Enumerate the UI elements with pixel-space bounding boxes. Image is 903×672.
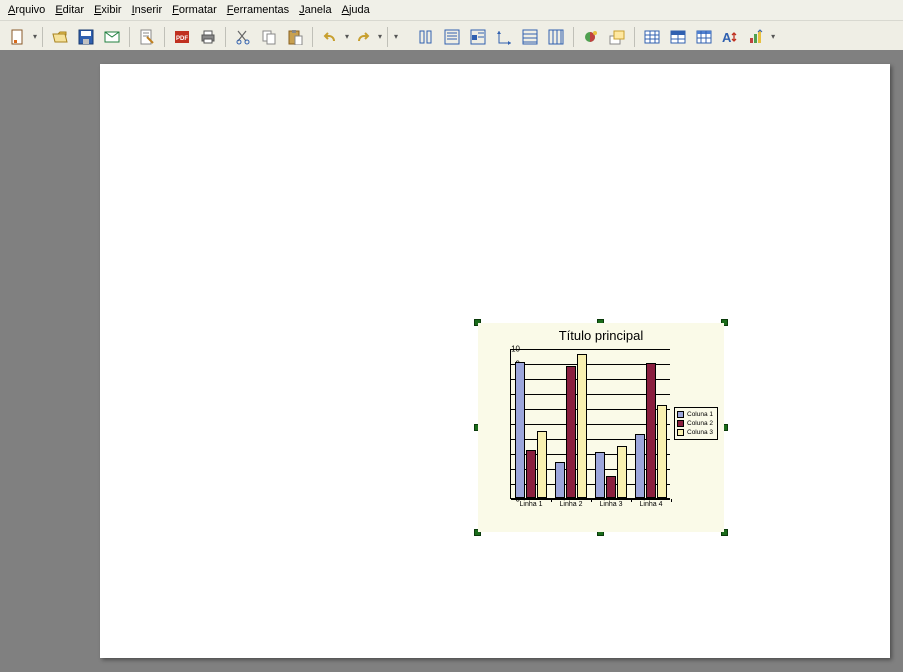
email-button[interactable] xyxy=(100,25,124,49)
x-category-label: Linha 4 xyxy=(631,501,671,508)
x-category-label: Linha 3 xyxy=(591,501,631,508)
bar xyxy=(617,446,627,499)
workspace: Título principal 012345678910Linha 1Linh… xyxy=(0,50,903,672)
chart-legend: Coluna 1 Coluna 2 Coluna 3 xyxy=(674,407,718,440)
arrange-button[interactable] xyxy=(605,25,629,49)
legend-label: Coluna 3 xyxy=(687,429,713,436)
menu-ferramentas[interactable]: Ferramentas xyxy=(227,4,289,16)
bar-group xyxy=(515,362,547,499)
separator xyxy=(129,27,130,47)
redo-button[interactable] xyxy=(351,25,375,49)
bar xyxy=(657,405,667,498)
paste-button[interactable] xyxy=(283,25,307,49)
new-doc-dropdown-icon[interactable]: ▾ xyxy=(32,32,37,41)
bar xyxy=(635,434,645,499)
chart-body: 012345678910Linha 1Linha 2Linha 3Linha 4 xyxy=(498,349,673,509)
svg-text:A: A xyxy=(722,30,732,45)
header-row-button[interactable] xyxy=(666,25,690,49)
separator xyxy=(634,27,635,47)
svg-text:PDF: PDF xyxy=(176,36,188,42)
menu-formatar[interactable]: Formatar xyxy=(172,4,217,16)
bar xyxy=(646,363,656,498)
separator xyxy=(225,27,226,47)
slide-page[interactable]: Título principal 012345678910Linha 1Linh… xyxy=(100,64,890,658)
separator xyxy=(573,27,574,47)
toolbar: ▾ PDF ▾ ▾ ▾ A ▾ xyxy=(0,21,903,53)
axes-button[interactable] xyxy=(492,25,516,49)
layout-text-button[interactable] xyxy=(440,25,464,49)
legend-swatch-icon xyxy=(677,429,684,436)
chart-selection[interactable]: Título principal 012345678910Linha 1Linh… xyxy=(478,323,724,532)
copy-button[interactable] xyxy=(257,25,281,49)
open-button[interactable] xyxy=(48,25,72,49)
bar xyxy=(537,431,547,499)
menu-arquivo[interactable]: Arquivo xyxy=(8,4,45,16)
separator xyxy=(164,27,165,47)
legend-item: Coluna 1 xyxy=(677,410,715,419)
horiz-lines-button[interactable] xyxy=(518,25,542,49)
bar xyxy=(526,450,536,498)
bar xyxy=(515,362,525,499)
legend-label: Coluna 1 xyxy=(687,411,713,418)
legend-item: Coluna 2 xyxy=(677,419,715,428)
menu-inserir[interactable]: Inserir xyxy=(132,4,163,16)
menu-exibir[interactable]: Exibir xyxy=(94,4,122,16)
legend-swatch-icon xyxy=(677,420,684,427)
table-button[interactable] xyxy=(640,25,664,49)
3d-chart-button[interactable] xyxy=(579,25,603,49)
separator xyxy=(387,27,388,47)
vert-lines-button[interactable] xyxy=(544,25,568,49)
x-category-label: Linha 2 xyxy=(551,501,591,508)
bar xyxy=(595,452,605,499)
bar xyxy=(577,354,587,498)
separator xyxy=(312,27,313,47)
layout-columns-button[interactable] xyxy=(414,25,438,49)
legend-swatch-icon xyxy=(677,411,684,418)
toolbar2-overflow-icon[interactable]: ▾ xyxy=(770,32,775,41)
toolbar-overflow-icon[interactable]: ▾ xyxy=(393,32,398,41)
chart-title: Título principal xyxy=(478,323,724,345)
redo-dropdown-icon[interactable]: ▾ xyxy=(377,32,382,41)
cut-button[interactable] xyxy=(231,25,255,49)
gridline xyxy=(511,349,670,350)
sort-chart-button[interactable] xyxy=(744,25,768,49)
chart-object[interactable]: Título principal 012345678910Linha 1Linh… xyxy=(478,323,724,532)
undo-dropdown-icon[interactable]: ▾ xyxy=(344,32,349,41)
save-button[interactable] xyxy=(74,25,98,49)
bar-group xyxy=(555,354,587,498)
x-category-label: Linha 1 xyxy=(511,501,551,508)
legend-label: Coluna 2 xyxy=(687,420,713,427)
menu-editar[interactable]: Editar xyxy=(55,4,84,16)
y-tick-label: 10 xyxy=(506,345,520,354)
bar-group xyxy=(635,363,667,498)
grid-table-button[interactable] xyxy=(692,25,716,49)
font-size-button[interactable]: A xyxy=(718,25,742,49)
x-tick xyxy=(671,499,672,502)
menu-bar: Arquivo Editar Exibir Inserir Formatar F… xyxy=(0,0,903,21)
bar xyxy=(555,462,565,498)
menu-ajuda[interactable]: Ajuda xyxy=(342,4,370,16)
undo-button[interactable] xyxy=(318,25,342,49)
bar xyxy=(606,476,616,499)
edit-doc-button[interactable] xyxy=(135,25,159,49)
pdf-button[interactable]: PDF xyxy=(170,25,194,49)
bar-group xyxy=(595,446,627,499)
new-doc-button[interactable] xyxy=(6,25,30,49)
bar xyxy=(566,366,576,498)
plot-area: 012345678910Linha 1Linha 2Linha 3Linha 4 xyxy=(510,349,670,499)
separator xyxy=(42,27,43,47)
layout-float-button[interactable] xyxy=(466,25,490,49)
menu-janela[interactable]: Janela xyxy=(299,4,331,16)
legend-item: Coluna 3 xyxy=(677,428,715,437)
print-button[interactable] xyxy=(196,25,220,49)
